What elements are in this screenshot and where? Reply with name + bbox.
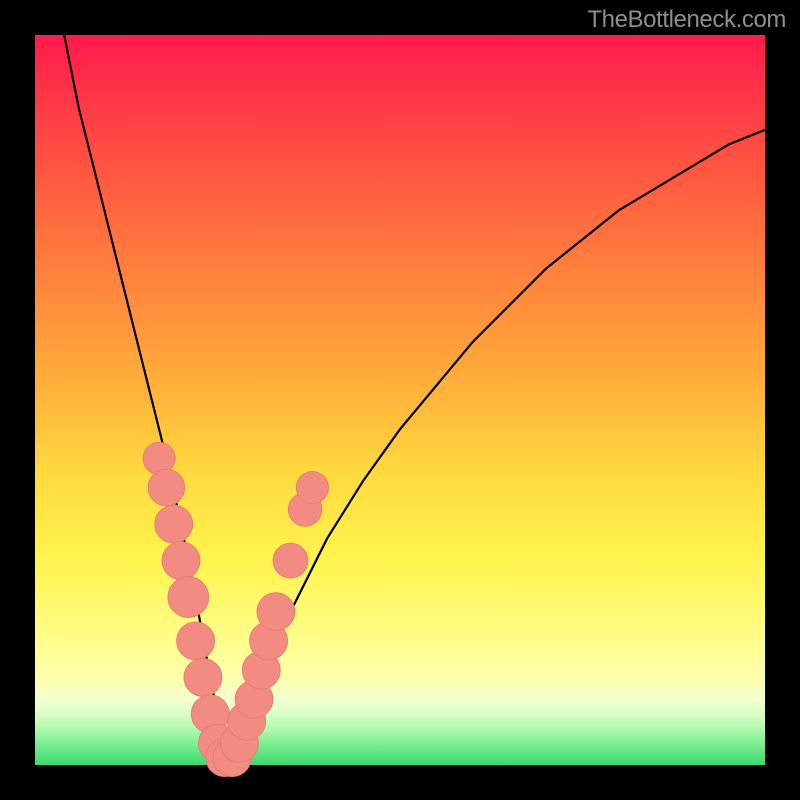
chart-plot-area: [35, 35, 765, 765]
curve-marker: [155, 505, 193, 543]
curve-marker: [273, 543, 308, 578]
curve-marker: [257, 593, 295, 631]
curve-marker: [184, 658, 222, 696]
chart-svg: [35, 35, 765, 765]
watermark-text: TheBottleneck.com: [587, 6, 786, 34]
curve-marker: [296, 472, 328, 504]
curve-markers: [143, 442, 329, 776]
curve-marker: [168, 577, 209, 618]
curve-marker: [177, 622, 215, 660]
curve-marker: [162, 542, 200, 580]
curve-marker: [148, 469, 185, 506]
bottleneck-curve: [35, 0, 765, 750]
